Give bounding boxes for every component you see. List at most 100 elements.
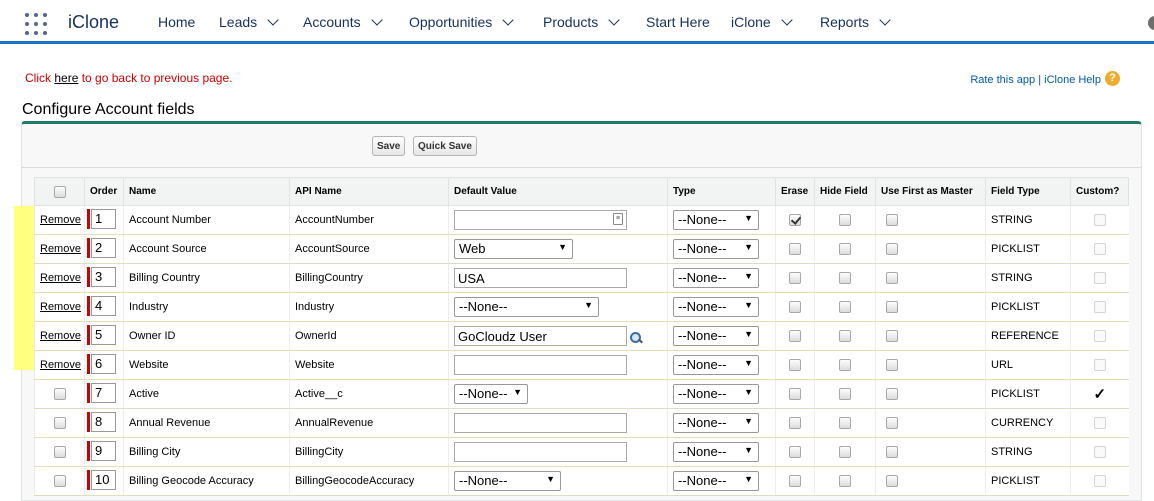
- chevron-down-icon[interactable]: [879, 14, 891, 26]
- chevron-down-icon[interactable]: [608, 14, 620, 26]
- erase-checkbox[interactable]: [789, 475, 801, 488]
- hide-field-checkbox[interactable]: [839, 272, 851, 285]
- quick-save-button[interactable]: Quick Save: [413, 136, 477, 156]
- app-launcher-icon[interactable]: [25, 13, 47, 35]
- help-icon[interactable]: ?: [1105, 71, 1120, 86]
- use-first-as-master-checkbox[interactable]: [886, 330, 898, 343]
- nav-item-start-here[interactable]: Start Here: [646, 14, 710, 30]
- row-select-checkbox[interactable]: [53, 417, 66, 430]
- remove-link[interactable]: Remove: [40, 272, 81, 284]
- save-button[interactable]: Save: [372, 136, 406, 156]
- remove-link[interactable]: Remove: [40, 359, 81, 371]
- default-value-input[interactable]: [454, 413, 627, 433]
- order-input[interactable]: [91, 411, 116, 432]
- hide-field-checkbox-cell: [814, 292, 876, 322]
- hide-field-checkbox[interactable]: [839, 330, 851, 343]
- erase-checkbox[interactable]: [789, 214, 801, 227]
- default-value-select[interactable]: --None-- ▼: [454, 384, 528, 404]
- nav-item-leads[interactable]: Leads: [219, 14, 279, 30]
- type-select[interactable]: --None-- ▼: [673, 297, 759, 317]
- hide-field-checkbox[interactable]: [839, 301, 851, 314]
- default-value-input[interactable]: [454, 355, 627, 375]
- select-all-checkbox[interactable]: [53, 185, 66, 198]
- hide-field-checkbox[interactable]: [839, 388, 851, 401]
- order-input[interactable]: [91, 237, 116, 258]
- remove-link[interactable]: Remove: [40, 301, 81, 313]
- use-first-as-master-checkbox[interactable]: [886, 272, 898, 285]
- nav-item-home[interactable]: Home: [158, 14, 195, 30]
- use-first-as-master-checkbox[interactable]: [886, 214, 898, 227]
- hide-field-checkbox[interactable]: [839, 446, 851, 459]
- chevron-down-icon[interactable]: [781, 14, 793, 26]
- chevron-down-icon[interactable]: [370, 14, 383, 26]
- nav-item-iclone[interactable]: iClone: [731, 14, 793, 30]
- erase-checkbox[interactable]: [789, 446, 801, 459]
- erase-checkbox[interactable]: [789, 330, 801, 343]
- hide-field-checkbox[interactable]: [839, 214, 851, 227]
- hide-field-checkbox[interactable]: [839, 417, 851, 430]
- default-value-select[interactable]: --None-- ▼: [454, 471, 561, 491]
- erase-checkbox[interactable]: [789, 359, 801, 372]
- order-input[interactable]: [91, 382, 116, 403]
- type-select[interactable]: --None-- ▼: [673, 442, 759, 462]
- type-select[interactable]: --None-- ▼: [673, 384, 759, 404]
- hide-field-checkbox[interactable]: [839, 359, 851, 372]
- hide-field-checkbox[interactable]: [839, 475, 851, 488]
- default-value-input[interactable]: [454, 442, 627, 462]
- erase-checkbox[interactable]: [789, 272, 801, 285]
- default-value-select[interactable]: Web ▼: [454, 239, 573, 259]
- field-options-icon[interactable]: ≡: [613, 213, 623, 225]
- table-row: Remove Account NumberAccountNumber ≡ --None…: [34, 205, 1129, 235]
- erase-checkbox[interactable]: [789, 388, 801, 401]
- chevron-down-icon[interactable]: [267, 14, 279, 26]
- nav-item-reports[interactable]: Reports: [820, 14, 891, 30]
- default-value-cell: --None-- ▼: [448, 379, 668, 409]
- nav-item-opportunities[interactable]: Opportunities: [409, 14, 514, 30]
- lookup-search-icon[interactable]: [629, 331, 643, 345]
- use-first-as-master-checkbox[interactable]: [886, 301, 898, 314]
- default-value-input[interactable]: [454, 326, 627, 346]
- erase-checkbox[interactable]: [789, 301, 801, 314]
- use-first-as-master-checkbox[interactable]: [886, 417, 898, 430]
- type-select[interactable]: --None-- ▼: [673, 471, 759, 491]
- order-input[interactable]: [91, 266, 116, 287]
- rate-app-link[interactable]: Rate this app: [970, 74, 1035, 86]
- type-select[interactable]: --None-- ▼: [673, 413, 759, 433]
- type-select[interactable]: --None-- ▼: [673, 355, 759, 375]
- chevron-down-icon[interactable]: [502, 14, 514, 26]
- type-select[interactable]: --None-- ▼: [673, 326, 759, 346]
- use-first-as-master-checkbox[interactable]: [886, 388, 898, 401]
- type-select[interactable]: --None-- ▼: [673, 210, 759, 230]
- use-first-as-master-checkbox[interactable]: [886, 446, 898, 459]
- order-input[interactable]: [91, 208, 116, 229]
- row-select-checkbox[interactable]: [53, 475, 66, 488]
- default-value-input[interactable]: [454, 268, 627, 288]
- remove-link[interactable]: Remove: [40, 243, 81, 255]
- remove-link[interactable]: Remove: [40, 214, 81, 226]
- nav-item-products[interactable]: Products: [543, 14, 620, 30]
- user-avatar[interactable]: [1148, 16, 1154, 30]
- nav-item-accounts[interactable]: Accounts: [303, 14, 383, 30]
- type-select[interactable]: --None-- ▼: [673, 239, 759, 259]
- use-first-as-master-checkbox[interactable]: [886, 475, 898, 488]
- erase-checkbox[interactable]: [789, 243, 801, 256]
- hide-field-checkbox[interactable]: [839, 243, 851, 256]
- erase-checkbox[interactable]: [789, 417, 801, 430]
- row-select-checkbox[interactable]: [53, 446, 66, 459]
- use-first-as-master-checkbox[interactable]: [886, 243, 898, 256]
- help-link[interactable]: iClone Help: [1044, 74, 1101, 86]
- order-input[interactable]: [91, 353, 116, 374]
- use-first-as-master-checkbox[interactable]: [886, 359, 898, 372]
- order-input[interactable]: [91, 440, 116, 461]
- default-value-input[interactable]: [454, 210, 627, 230]
- column-header: Type: [667, 177, 776, 206]
- type-select[interactable]: --None-- ▼: [673, 268, 759, 288]
- row-select-checkbox[interactable]: [53, 388, 66, 401]
- order-input[interactable]: [91, 295, 116, 316]
- order-input[interactable]: [91, 324, 116, 345]
- order-input[interactable]: [91, 469, 116, 490]
- default-value-select[interactable]: --None-- ▼: [454, 297, 599, 317]
- remove-link[interactable]: Remove: [40, 330, 81, 342]
- back-link[interactable]: here: [54, 71, 78, 85]
- table-row: Remove WebsiteWebsite --None-- ▼ URL: [34, 350, 1129, 380]
